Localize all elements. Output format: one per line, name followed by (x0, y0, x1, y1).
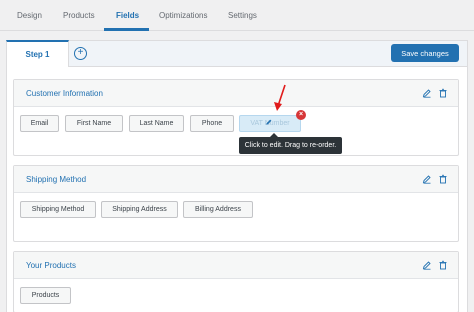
section-title: Shipping Method (26, 175, 87, 184)
pencil-icon[interactable] (422, 88, 432, 98)
save-changes-button[interactable]: Save changes (391, 44, 459, 62)
trash-icon[interactable] (438, 88, 448, 98)
tab-fields[interactable]: Fields (116, 11, 139, 20)
pencil-icon[interactable] (265, 118, 273, 128)
section-header: Customer Information (14, 80, 458, 107)
pencil-icon[interactable] (422, 260, 432, 270)
close-icon[interactable]: × (296, 110, 306, 120)
top-nav: Design Products Fields Optimizations Set… (0, 0, 474, 31)
field-last-name[interactable]: Last Name (129, 115, 184, 132)
section-header: Shipping Method (14, 166, 458, 193)
step-tab-1[interactable]: Step 1 (6, 40, 69, 68)
field-shipping-address[interactable]: Shipping Address (101, 201, 178, 218)
section-header: Your Products (14, 252, 458, 279)
field-first-name[interactable]: First Name (65, 115, 123, 132)
tooltip: Click to edit. Drag to re-order. (239, 137, 342, 154)
tab-optimizations[interactable]: Optimizations (159, 11, 207, 20)
section-title: Customer Information (26, 89, 103, 98)
trash-icon[interactable] (438, 260, 448, 270)
field-products[interactable]: Products (20, 287, 71, 304)
section-your-products: Your Products (13, 251, 459, 312)
field-phone[interactable]: Phone (190, 115, 234, 132)
red-arrow-icon (274, 84, 286, 111)
trash-icon[interactable] (438, 174, 448, 184)
active-tab-indicator (104, 28, 149, 31)
section-title: Your Products (26, 261, 76, 270)
field-shipping-method[interactable]: Shipping Method (20, 201, 96, 218)
tab-design[interactable]: Design (17, 11, 42, 20)
tab-products[interactable]: Products (63, 11, 95, 20)
pencil-icon[interactable] (422, 174, 432, 184)
field-billing-address[interactable]: Billing Address (183, 201, 253, 218)
tab-settings[interactable]: Settings (228, 11, 257, 20)
field-email[interactable]: Email (20, 115, 59, 132)
add-step-button[interactable]: + (74, 47, 87, 60)
plus-circle-icon: + (77, 47, 84, 58)
